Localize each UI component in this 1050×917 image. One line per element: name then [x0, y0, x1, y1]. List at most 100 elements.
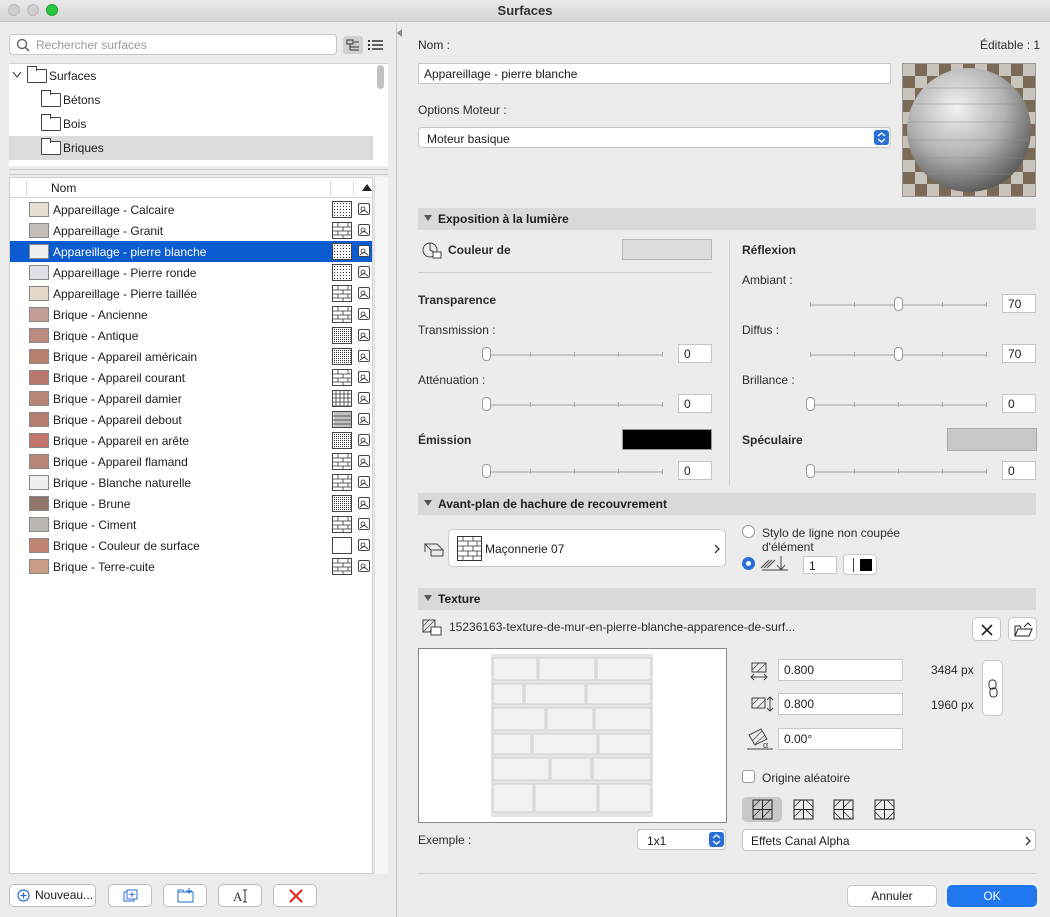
light-color-swatch[interactable]	[622, 239, 712, 260]
rename-button[interactable]: A	[218, 884, 262, 907]
list-item[interactable]: Brique - Appareil debout	[10, 409, 372, 430]
alpha-channel-button[interactable]: Effets Canal Alpha	[742, 829, 1036, 851]
duplicate-button[interactable]	[108, 884, 152, 907]
emission-color-swatch[interactable]	[622, 429, 712, 450]
surface-settings-icon[interactable]	[358, 560, 370, 572]
list-item[interactable]: Appareillage - Pierre taillée	[10, 283, 372, 304]
tree-item-surfaces[interactable]: Surfaces	[9, 64, 373, 88]
specular-value-input[interactable]: 0	[1002, 461, 1036, 480]
transmission-slider-thumb[interactable]	[482, 347, 491, 361]
load-texture-button[interactable]	[1008, 617, 1037, 641]
mirror-xy-button[interactable]	[866, 797, 900, 822]
tree-item-bois[interactable]: Bois	[9, 112, 373, 136]
list-scroll-track[interactable]	[374, 177, 388, 874]
specular-color-swatch[interactable]	[947, 428, 1037, 451]
attenuation-slider-thumb[interactable]	[482, 397, 491, 411]
pen-number-input[interactable]: 1	[803, 556, 837, 574]
surface-settings-icon[interactable]	[358, 329, 370, 341]
surface-settings-icon[interactable]	[358, 245, 370, 257]
new-surface-button[interactable]: Nouveau...	[9, 884, 96, 907]
surface-settings-icon[interactable]	[358, 350, 370, 362]
mirror-x-button[interactable]	[787, 797, 821, 822]
engine-select[interactable]: Moteur basique	[418, 127, 891, 148]
mirror-y-button[interactable]	[826, 797, 860, 822]
uncut-pen-radio[interactable]	[742, 525, 755, 538]
surface-settings-icon[interactable]	[358, 266, 370, 278]
collapse-panel-icon[interactable]	[397, 29, 403, 37]
ambient-slider-thumb[interactable]	[894, 297, 904, 311]
list-item[interactable]: Appareillage - Pierre ronde	[10, 262, 372, 283]
surface-settings-icon[interactable]	[358, 476, 370, 488]
surface-settings-icon[interactable]	[358, 434, 370, 446]
search-input[interactable]: Rechercher surfaces	[9, 34, 337, 55]
tree-scrollbar[interactable]	[377, 65, 384, 89]
surface-settings-icon[interactable]	[358, 455, 370, 467]
list-item[interactable]: Brique - Ancienne	[10, 304, 372, 325]
list-item[interactable]: Brique - Terre-cuite	[10, 556, 372, 577]
surface-settings-icon[interactable]	[358, 203, 370, 215]
link-dimensions-button[interactable]	[982, 660, 1003, 716]
example-select[interactable]: 1x1	[637, 829, 726, 850]
surface-name-input[interactable]: Appareillage - pierre blanche	[418, 63, 891, 84]
specular-slider-thumb[interactable]	[806, 464, 815, 478]
transmission-value-input[interactable]: 0	[678, 344, 712, 363]
list-item[interactable]: Appareillage - Calcaire	[10, 199, 372, 220]
panel-splitter[interactable]	[9, 169, 388, 175]
cancel-button[interactable]: Annuler	[847, 885, 937, 907]
list-item[interactable]: Brique - Appareil courant	[10, 367, 372, 388]
list-view-button[interactable]	[366, 36, 386, 54]
section-exposure[interactable]: Exposition à la lumière	[418, 208, 1036, 230]
tree-item-betons[interactable]: Bétons	[9, 88, 373, 112]
shine-value-input[interactable]: 0	[1002, 394, 1036, 413]
tree-item-briques[interactable]: Briques	[9, 136, 373, 160]
list-item[interactable]: Brique - Blanche naturelle	[10, 472, 372, 493]
random-origin-checkbox[interactable]	[742, 770, 755, 783]
panel-divider[interactable]	[396, 23, 397, 917]
list-item[interactable]: Appareillage - Granit	[10, 220, 372, 241]
list-item[interactable]: Brique - Couleur de surface	[10, 535, 372, 556]
surface-settings-icon[interactable]	[358, 308, 370, 320]
new-folder-button[interactable]	[163, 884, 207, 907]
delete-button[interactable]	[273, 884, 317, 907]
texture-angle-input[interactable]: 0.00°	[778, 728, 903, 750]
surface-settings-icon[interactable]	[358, 287, 370, 299]
list-item[interactable]: Appareillage - pierre blanche	[10, 241, 372, 262]
mirror-none-button[interactable]	[742, 797, 782, 822]
tree-view-button[interactable]	[343, 36, 363, 54]
surface-name: Appareillage - Pierre taillée	[53, 287, 198, 301]
ok-button[interactable]: OK	[947, 885, 1037, 907]
attenuation-value-input[interactable]: 0	[678, 394, 712, 413]
shine-slider-thumb[interactable]	[806, 397, 815, 411]
list-item[interactable]: Brique - Appareil flamand	[10, 451, 372, 472]
chevron-down-icon[interactable]	[12, 71, 22, 79]
list-item[interactable]: Brique - Appareil damier	[10, 388, 372, 409]
ambient-value-input[interactable]: 70	[1002, 294, 1036, 313]
list-item[interactable]: Brique - Antique	[10, 325, 372, 346]
list-item[interactable]: Brique - Ciment	[10, 514, 372, 535]
sort-ascending-icon[interactable]	[362, 184, 372, 192]
surface-settings-icon[interactable]	[358, 224, 370, 236]
surface-settings-icon[interactable]	[358, 497, 370, 509]
texture-height-input[interactable]: 0.800	[778, 693, 903, 715]
hatch-pattern-select[interactable]: Maçonnerie 07	[448, 529, 726, 567]
pen-color-button[interactable]	[843, 554, 877, 575]
texture-width-input[interactable]: 0.800	[778, 659, 903, 681]
section-texture[interactable]: Texture	[418, 588, 1036, 610]
hatch-pattern-icon	[332, 348, 352, 365]
surface-settings-icon[interactable]	[358, 413, 370, 425]
list-item[interactable]: Brique - Appareil américain	[10, 346, 372, 367]
remove-texture-button[interactable]	[972, 617, 1001, 641]
diffuse-value-input[interactable]: 70	[1002, 344, 1036, 363]
section-hatch[interactable]: Avant-plan de hachure de recouvrement	[418, 493, 1036, 515]
surface-settings-icon[interactable]	[358, 539, 370, 551]
emission-slider-thumb[interactable]	[482, 464, 491, 478]
surface-settings-icon[interactable]	[358, 392, 370, 404]
emission-value-input[interactable]: 0	[678, 461, 712, 480]
list-item[interactable]: Brique - Brune	[10, 493, 372, 514]
column-header-name[interactable]: Nom	[51, 181, 76, 195]
diffuse-slider-thumb[interactable]	[894, 347, 904, 361]
custom-pen-radio[interactable]	[742, 557, 755, 570]
list-item[interactable]: Brique - Appareil en arête	[10, 430, 372, 451]
surface-settings-icon[interactable]	[358, 518, 370, 530]
surface-settings-icon[interactable]	[358, 371, 370, 383]
